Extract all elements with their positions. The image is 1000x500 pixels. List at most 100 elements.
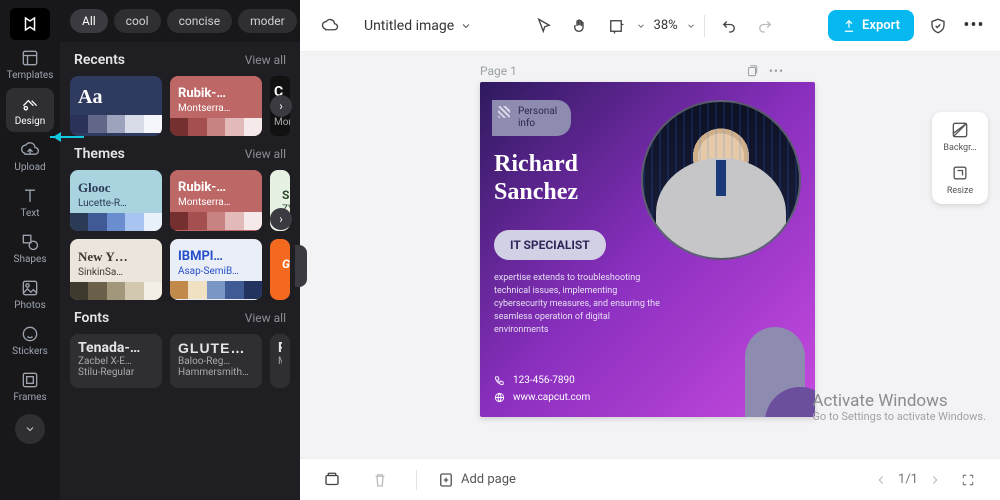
recents-viewall[interactable]: View all (245, 53, 286, 67)
windows-watermark: Activate Windows Go to Settings to activ… (812, 394, 986, 424)
filter-cool[interactable]: cool (114, 9, 161, 33)
rail-text[interactable]: Text (6, 180, 54, 224)
artboard[interactable]: Personal info Richard Sanchez IT SPECIAL… (480, 82, 815, 417)
document-title[interactable]: Untitled image (356, 14, 480, 38)
font-title: GLUTE… (178, 340, 254, 356)
font-card-glute[interactable]: GLUTE… Baloo-Reg… HammersmithOn… (170, 334, 262, 388)
shield-icon[interactable] (922, 10, 954, 42)
add-page-button[interactable]: Add page (437, 471, 516, 489)
theme-card-orange[interactable]: Gro (270, 239, 290, 300)
card-swatches (170, 118, 262, 136)
theme-card-ibm[interactable]: IBMPl… Asap-SemiB… (170, 239, 262, 300)
recents-next[interactable]: › (270, 95, 292, 117)
fonts-viewall[interactable]: View all (245, 311, 286, 325)
contact-block: 123-456-7890 www.capcut.com (494, 375, 590, 403)
card-title: Rubik-… (170, 170, 262, 197)
card-sub: SinkinSa… (70, 267, 162, 282)
font-card-tenada[interactable]: Tenada-… Zacbel X-E… Stilu-Regular (70, 334, 162, 388)
cursor-tool[interactable] (528, 10, 560, 42)
undo-button[interactable] (713, 10, 745, 42)
app-logo[interactable] (10, 8, 50, 40)
filter-bar: All cool concise moder (60, 0, 300, 42)
tag-line2: info (518, 118, 535, 129)
zoom-value[interactable]: 38% (650, 18, 682, 33)
export-label: Export (862, 18, 900, 33)
more-menu[interactable]: ••• (962, 15, 986, 36)
canvas-tools-panel: Backgr… Resize (932, 112, 988, 204)
divider (416, 470, 417, 490)
last-name: Sanchez (494, 179, 578, 205)
watermark-title: Activate Windows (812, 394, 986, 409)
first-name: Richard (494, 151, 578, 177)
canvas[interactable]: Page 1 ••• Personal info Richard Sanchez… (300, 52, 1000, 458)
card-title: Sp (274, 178, 290, 204)
card-swatches (170, 281, 262, 299)
theme-card-newy[interactable]: New Y… SinkinSa… (70, 239, 162, 300)
main-area: Untitled image 38% Export (300, 0, 1000, 500)
rail-text-label: Text (20, 208, 39, 219)
card-title: Glooc (70, 170, 162, 198)
page-more-icon[interactable]: ••• (769, 64, 784, 78)
document-title-text: Untitled image (364, 18, 454, 34)
chevron-down-icon (460, 20, 472, 32)
fonts-heading: Fonts (74, 310, 109, 326)
recent-card-aa[interactable]: Aa (70, 76, 162, 136)
rail-photos[interactable]: Photos (6, 272, 54, 316)
fullscreen-button[interactable] (952, 464, 984, 496)
rail-shapes-label: Shapes (14, 254, 47, 265)
rail-upload[interactable]: Upload (6, 134, 54, 178)
background-tool[interactable]: Backgr… (943, 120, 976, 153)
font-sub: M (278, 356, 282, 367)
panel-collapse-handle[interactable] (295, 245, 307, 287)
rail-templates[interactable]: Templates (6, 42, 54, 86)
rail-stickers[interactable]: Stickers (6, 318, 54, 362)
person-name: Richard Sanchez (494, 150, 578, 206)
background-label: Backgr… (943, 143, 976, 153)
redo-button[interactable] (749, 10, 781, 42)
cloud-save-icon[interactable] (314, 10, 346, 42)
rail-frames[interactable]: Frames (6, 364, 54, 408)
rail-shapes[interactable]: Shapes (6, 226, 54, 270)
photo-circle (641, 100, 801, 260)
card-title: Rubik-… (170, 76, 262, 103)
filter-concise[interactable]: concise (167, 9, 233, 33)
card-title: Aa (70, 76, 162, 111)
recent-card-rubik[interactable]: Rubik-… Montserra… (170, 76, 262, 136)
pan-tool[interactable] (564, 10, 596, 42)
left-rail: Templates Design Upload Text Shapes Phot… (0, 0, 60, 500)
card-sub: Lucette-R… (70, 198, 162, 213)
export-button[interactable]: Export (828, 10, 914, 41)
chevron-down-icon[interactable] (686, 21, 696, 31)
font-card-ru[interactable]: Ru M (270, 334, 290, 388)
themes-viewall[interactable]: View all (245, 147, 286, 161)
card-swatches (170, 212, 262, 230)
duplicate-page-icon[interactable] (745, 64, 759, 78)
card-swatches (70, 213, 162, 231)
next-page[interactable] (928, 473, 942, 487)
divider (704, 15, 705, 37)
filter-modern[interactable]: moder (238, 9, 297, 33)
theme-card-glooc[interactable]: Glooc Lucette-R… (70, 170, 162, 231)
layers-button[interactable] (316, 464, 348, 496)
themes-next[interactable]: › (270, 208, 292, 230)
crop-tool[interactable] (600, 10, 632, 42)
watermark-sub: Go to Settings to activate Windows. (812, 409, 986, 424)
rail-stickers-label: Stickers (12, 346, 48, 357)
rail-photos-label: Photos (14, 300, 46, 311)
resize-tool[interactable]: Resize (947, 163, 973, 196)
prev-page[interactable] (874, 473, 888, 487)
design-panel: All cool concise moder Recents View all … (60, 0, 300, 500)
add-page-icon (437, 471, 455, 489)
delete-button[interactable] (364, 464, 396, 496)
rail-design[interactable]: Design (6, 88, 54, 132)
theme-card-rubik[interactable]: Rubik-… Montserra… (170, 170, 262, 231)
filter-all[interactable]: All (70, 9, 108, 33)
card-title: IBMPl… (170, 239, 262, 266)
chevron-down-icon[interactable] (636, 21, 646, 31)
card-title: Gro (274, 247, 290, 273)
font-title: Tenada-… (78, 340, 154, 356)
themes-heading: Themes (74, 146, 125, 162)
card-sub: Mor (274, 117, 286, 128)
card-sub: Montserra… (170, 103, 262, 118)
rail-more[interactable] (15, 414, 45, 444)
